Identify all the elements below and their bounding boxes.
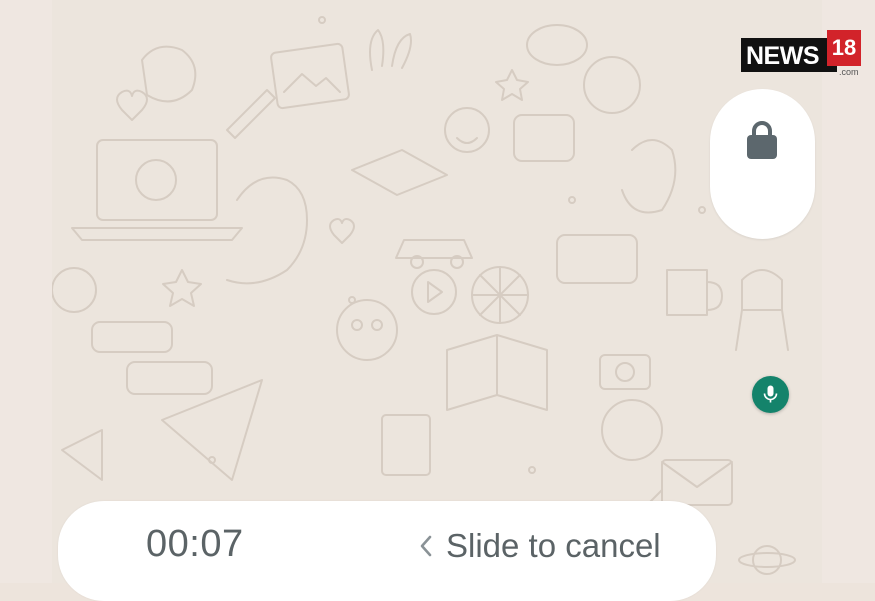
right-margin	[822, 0, 875, 583]
slide-to-cancel-label: Slide to cancel	[446, 527, 661, 564]
lock-recording-slider[interactable]	[710, 89, 815, 239]
mic-icon	[763, 385, 778, 403]
chat-wallpaper	[52, 0, 822, 583]
voice-recording-bar: 00:07 Slide to cancel	[58, 501, 716, 601]
lock-icon	[747, 121, 777, 159]
logo-news-text: NEWS	[746, 42, 820, 70]
recording-timer: 00:07	[146, 523, 244, 565]
doodle-pattern	[52, 16, 796, 575]
logo-domain: .com	[839, 67, 859, 77]
chevron-left-icon	[420, 535, 432, 557]
mic-record-button[interactable]	[752, 376, 789, 413]
news18-logo: NEWS 18 .com	[741, 30, 861, 77]
logo-number: 18	[827, 30, 861, 66]
slide-to-cancel[interactable]: Slide to cancel	[416, 523, 661, 569]
left-margin	[0, 0, 52, 583]
